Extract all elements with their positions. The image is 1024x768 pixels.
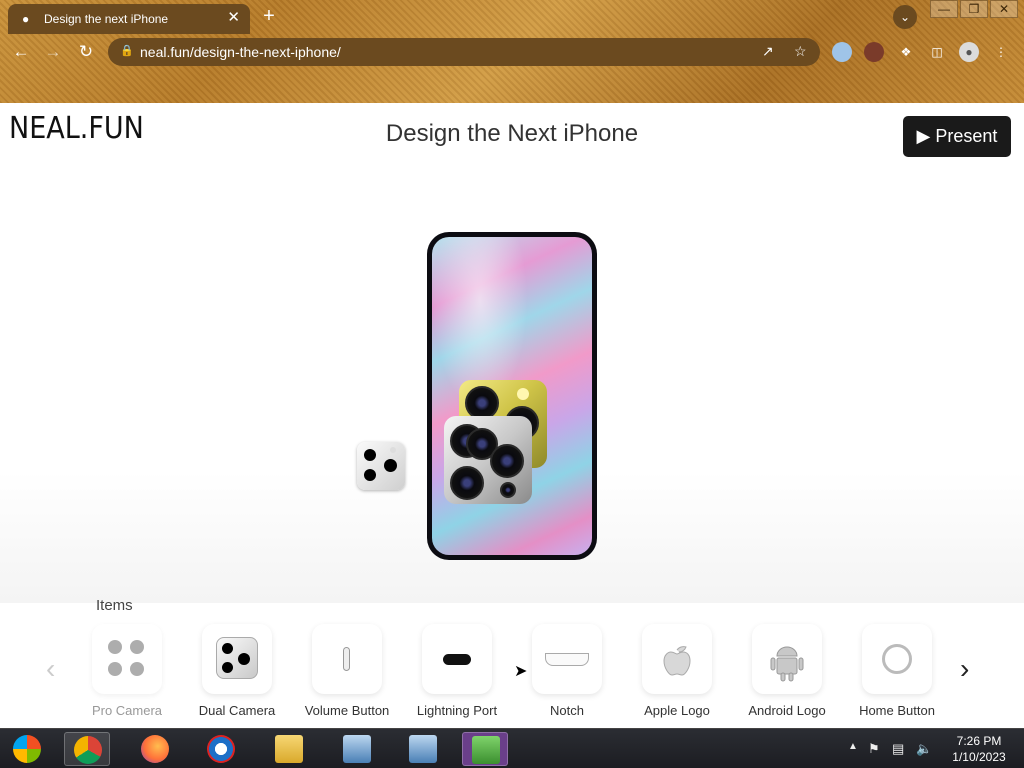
network-icon[interactable]: ▤	[892, 741, 904, 757]
android-logo-icon	[752, 624, 822, 694]
item-lightning-port[interactable]: Lightning Port	[407, 624, 507, 718]
browser-tab[interactable]: ● Design the next iPhone ✕	[8, 4, 250, 34]
camera-lens-icon	[500, 482, 516, 498]
taskbar-explorer[interactable]	[266, 732, 312, 766]
new-tab-button[interactable]: +	[258, 5, 280, 27]
item-label: Notch	[550, 703, 584, 718]
taskbar-network-app-2[interactable]	[400, 732, 446, 766]
item-home-button[interactable]: Home Button	[847, 624, 947, 718]
people-icon	[472, 736, 500, 764]
back-icon[interactable]: ←	[10, 41, 32, 63]
share-icon[interactable]: ↗	[762, 43, 774, 60]
placed-pro-camera-silver[interactable]	[444, 416, 532, 504]
start-button[interactable]	[4, 732, 50, 766]
item-label: Dual Camera	[198, 703, 276, 718]
item-pro-camera[interactable]: Pro Camera	[77, 624, 177, 718]
tab-search-icon[interactable]: ⌄	[893, 5, 917, 29]
computer-icon	[409, 735, 437, 763]
dual-camera-icon	[202, 624, 272, 694]
profile-extension-icon[interactable]	[864, 42, 884, 62]
apple-logo-icon	[642, 624, 712, 694]
dragged-dual-camera[interactable]	[357, 442, 405, 490]
item-label: Android Logo	[748, 703, 826, 718]
camera-lens-icon	[450, 466, 484, 500]
address-bar[interactable]: 🔒 neal.fun/design-the-next-iphone/ ↗ ☆	[108, 38, 820, 66]
tab-title: Design the next iPhone	[44, 12, 169, 26]
bookmark-star-icon[interactable]: ☆	[794, 43, 807, 60]
page: NEAL.FUN Design the Next iPhone ▶ Presen…	[0, 103, 1024, 728]
camera-lens-icon	[384, 459, 397, 472]
item-volume-button[interactable]: Volume Button	[297, 624, 397, 718]
puzzle-extensions-icon[interactable]: ❖	[896, 42, 916, 62]
show-hidden-icons-icon[interactable]: ▲	[848, 741, 858, 752]
browser-chrome: ● Design the next iPhone ✕ + ⌄ — ❐ ✕ ← →…	[0, 0, 1024, 103]
chrome-icon	[74, 736, 102, 764]
close-window-button[interactable]: ✕	[990, 0, 1018, 18]
volume-button-icon	[312, 624, 382, 694]
system-clock[interactable]: 7:26 PM 1/10/2023	[946, 733, 1012, 765]
extension-icon[interactable]	[832, 42, 852, 62]
item-label: Lightning Port	[416, 703, 498, 718]
item-apple-logo[interactable]: Apple Logo	[627, 624, 727, 718]
camera-lens-icon	[364, 449, 376, 461]
page-title: Design the Next iPhone	[385, 120, 639, 147]
item-label: Apple Logo	[644, 703, 710, 718]
side-panel-icon[interactable]: ◫	[927, 42, 947, 62]
item-dual-camera[interactable]: Dual Camera	[187, 624, 287, 718]
folder-icon	[275, 735, 303, 763]
windows-taskbar: ▲ ⚑ ▤ 🔈 7:26 PM 1/10/2023	[0, 728, 1024, 768]
item-label: Home Button	[859, 703, 935, 718]
minimize-button[interactable]: —	[930, 0, 958, 18]
flash-icon	[517, 388, 529, 400]
browser-toolbar: ← → ↻ 🔒 neal.fun/design-the-next-iphone/…	[0, 34, 1024, 70]
firefox-icon	[141, 735, 169, 763]
windows-start-icon	[13, 735, 41, 763]
lightning-port-icon	[422, 624, 492, 694]
forward-icon[interactable]: →	[42, 41, 64, 63]
taskbar-chrome[interactable]	[64, 732, 110, 766]
next-items-arrow-icon[interactable]: ›	[960, 653, 969, 685]
item-android-logo[interactable]: Android Logo	[737, 624, 837, 718]
taskbar-app[interactable]	[198, 732, 244, 766]
action-center-flag-icon[interactable]: ⚑	[868, 741, 880, 757]
close-tab-icon[interactable]: ✕	[227, 9, 240, 27]
clock-date: 1/10/2023	[952, 750, 1006, 764]
pro-camera-icon	[92, 624, 162, 694]
flash-icon	[390, 447, 396, 453]
computer-icon	[343, 735, 371, 763]
items-tray: ‹ Pro Camera Dual Camera Volume Button L…	[0, 613, 1024, 728]
items-heading: Items	[96, 597, 133, 614]
reload-icon[interactable]: ↻	[75, 41, 97, 63]
camera-lens-icon	[465, 386, 499, 420]
window-controls: — ❐ ✕	[928, 0, 1018, 18]
camera-lens-icon	[490, 444, 524, 478]
volume-icon[interactable]: 🔈	[916, 741, 932, 757]
taskbar-firefox[interactable]	[132, 732, 178, 766]
clock-time: 7:26 PM	[956, 734, 1002, 748]
notch-icon	[532, 624, 602, 694]
home-button-icon	[862, 624, 932, 694]
menu-kebab-icon[interactable]: ⋮	[991, 42, 1011, 62]
taskbar-network-app[interactable]	[334, 732, 380, 766]
account-avatar-icon[interactable]: ●	[959, 42, 979, 62]
present-button[interactable]: ▶ Present	[903, 116, 1011, 157]
url-text: neal.fun/design-the-next-iphone/	[140, 44, 341, 60]
mouse-cursor-icon: ➤	[514, 663, 528, 680]
item-label: Volume Button	[304, 703, 390, 718]
camera-lens-icon	[364, 469, 376, 481]
neal-fun-icon: ●	[22, 12, 30, 26]
restore-button[interactable]: ❐	[960, 0, 988, 18]
item-notch[interactable]: Notch	[517, 624, 617, 718]
item-label: Pro Camera	[91, 703, 163, 718]
taskbar-people-app[interactable]	[462, 732, 508, 766]
prev-items-arrow-icon[interactable]: ‹	[46, 653, 55, 685]
lock-icon: 🔒	[120, 45, 134, 57]
app-globe-icon	[207, 735, 235, 763]
